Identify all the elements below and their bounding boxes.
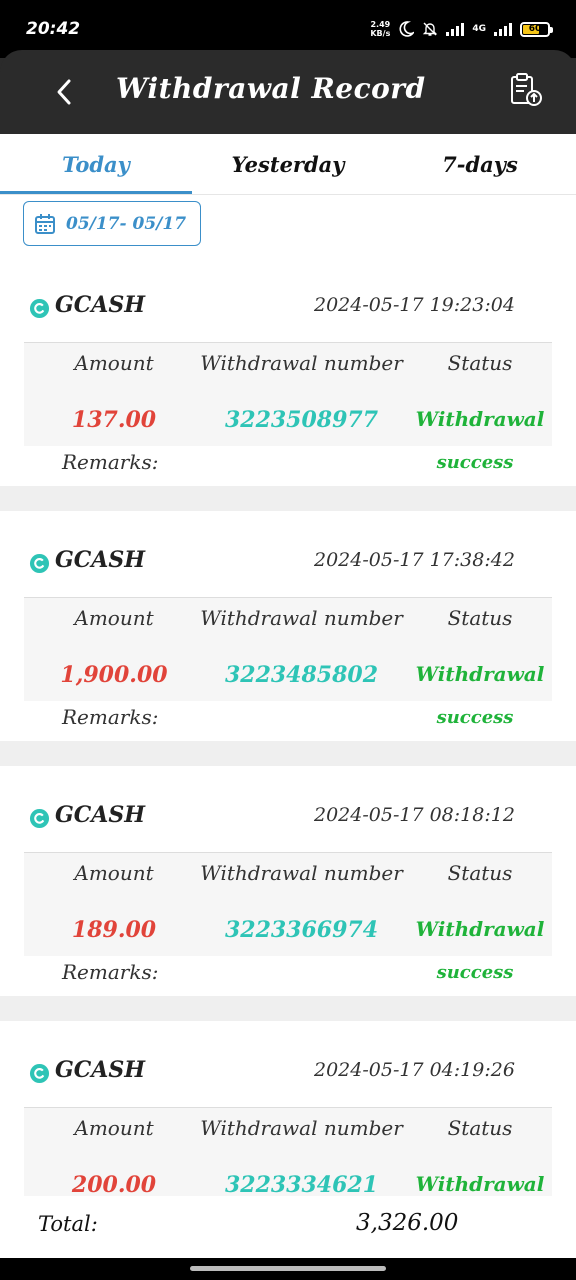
- card-header: GCASH 2024-05-17 19:23:04: [0, 286, 576, 326]
- amount-header: Amount: [74, 861, 154, 885]
- remarks-label: Remarks:: [62, 705, 159, 729]
- number-header: Withdrawal number: [200, 861, 403, 885]
- withdrawal-number: 3223366974: [224, 917, 379, 943]
- record-time: 2024-05-17 08:18:12: [314, 804, 515, 826]
- record-details: Amount Withdrawal number Status 200.00 3…: [24, 1107, 552, 1196]
- record-time: 2024-05-17 17:38:42: [314, 549, 515, 571]
- card-header: GCASH 2024-05-17 08:18:12: [0, 796, 576, 836]
- amount-header: Amount: [74, 606, 154, 630]
- channel-name: GCASH: [55, 1057, 146, 1083]
- gcash-icon: [29, 553, 50, 574]
- status-header: Status: [447, 351, 513, 375]
- remarks-label: Remarks:: [62, 450, 159, 474]
- gcash-icon: [29, 1063, 50, 1084]
- record-details: Amount Withdrawal number Status 1,900.00…: [24, 597, 552, 701]
- battery-icon: 60: [520, 21, 553, 37]
- total-bar: Total: 3,326.00: [0, 1196, 576, 1258]
- status-value: Withdrawal: [415, 407, 545, 431]
- number-header: Withdrawal number: [200, 606, 403, 630]
- withdrawal-number: 3223334621: [224, 1172, 379, 1196]
- total-value: 3,326.00: [356, 1210, 459, 1236]
- amount-value: 189.00: [71, 917, 157, 943]
- record-card[interactable]: GCASH 2024-05-17 08:18:12 Amount Withdra…: [0, 766, 576, 996]
- record-details: Amount Withdrawal number Status 137.00 3…: [24, 342, 552, 446]
- status-value: Withdrawal: [415, 917, 545, 941]
- navigation-bar: [0, 1258, 576, 1280]
- content-area: Today Yesterday 7-days 05/17- 05/17 GCAS…: [0, 134, 576, 1196]
- amount-header: Amount: [74, 351, 154, 375]
- date-filter-row: 05/17- 05/17: [0, 194, 576, 256]
- net-speed: 2.49 KB/s: [370, 20, 391, 38]
- status-header: Status: [447, 606, 513, 630]
- status-header: Status: [447, 1116, 513, 1140]
- status-value-2: success: [436, 962, 514, 983]
- tab-yesterday[interactable]: Yesterday: [192, 134, 384, 194]
- status-time: 20:42: [26, 19, 81, 39]
- network-label: 4G: [472, 24, 486, 34]
- channel-name: GCASH: [55, 547, 146, 573]
- amount-header: Amount: [74, 1116, 154, 1140]
- amount-value: 200.00: [71, 1172, 157, 1196]
- channel-name: GCASH: [55, 802, 146, 828]
- chevron-left-icon: [57, 79, 71, 105]
- calendar-icon: [35, 213, 55, 234]
- withdrawal-number: 3223485802: [224, 662, 379, 688]
- status-value-2: success: [436, 452, 514, 473]
- withdrawal-number: 3223508977: [224, 407, 379, 433]
- number-header: Withdrawal number: [200, 351, 403, 375]
- remarks-label: Remarks:: [62, 960, 159, 984]
- record-time: 2024-05-17 19:23:04: [314, 294, 515, 316]
- app-header: Withdrawal Record: [0, 50, 576, 134]
- card-header: GCASH 2024-05-17 17:38:42: [0, 541, 576, 581]
- clipboard-upload-icon: [511, 73, 542, 106]
- tab-bar: Today Yesterday 7-days: [0, 134, 576, 194]
- tab-7-days[interactable]: 7-days: [384, 134, 576, 194]
- date-range-text: 05/17- 05/17: [66, 213, 187, 234]
- record-details: Amount Withdrawal number Status 189.00 3…: [24, 852, 552, 956]
- status-value-2: success: [436, 707, 514, 728]
- status-value: Withdrawal: [415, 1172, 545, 1196]
- record-export-button[interactable]: [506, 70, 546, 110]
- record-card[interactable]: GCASH 2024-05-17 17:38:42 Amount Withdra…: [0, 511, 576, 741]
- tab-today[interactable]: Today: [0, 134, 192, 194]
- card-header: GCASH 2024-05-17 04:19:26: [0, 1051, 576, 1091]
- bell-off-icon: [423, 22, 438, 36]
- number-header: Withdrawal number: [200, 1116, 403, 1140]
- record-time: 2024-05-17 04:19:26: [314, 1059, 515, 1081]
- total-label: Total:: [38, 1212, 98, 1236]
- gcash-icon: [29, 298, 50, 319]
- amount-value: 137.00: [71, 407, 157, 433]
- moon-icon: [399, 21, 415, 37]
- signal-icon: [446, 22, 465, 36]
- page-title: Withdrawal Record: [116, 72, 426, 105]
- date-range-picker[interactable]: 05/17- 05/17: [23, 201, 201, 246]
- record-card[interactable]: GCASH 2024-05-17 19:23:04 Amount Withdra…: [0, 256, 576, 486]
- status-value: Withdrawal: [415, 662, 545, 686]
- channel-name: GCASH: [55, 292, 146, 318]
- back-button[interactable]: [44, 72, 84, 112]
- status-header: Status: [447, 861, 513, 885]
- status-icons: 2.49 KB/s 4G 60: [370, 20, 553, 38]
- amount-value: 1,900.00: [60, 662, 168, 688]
- record-card[interactable]: GCASH 2024-05-17 04:19:26 Amount Withdra…: [0, 1021, 576, 1196]
- gcash-icon: [29, 808, 50, 829]
- signal-2-icon: [494, 22, 512, 36]
- home-indicator[interactable]: [190, 1266, 386, 1271]
